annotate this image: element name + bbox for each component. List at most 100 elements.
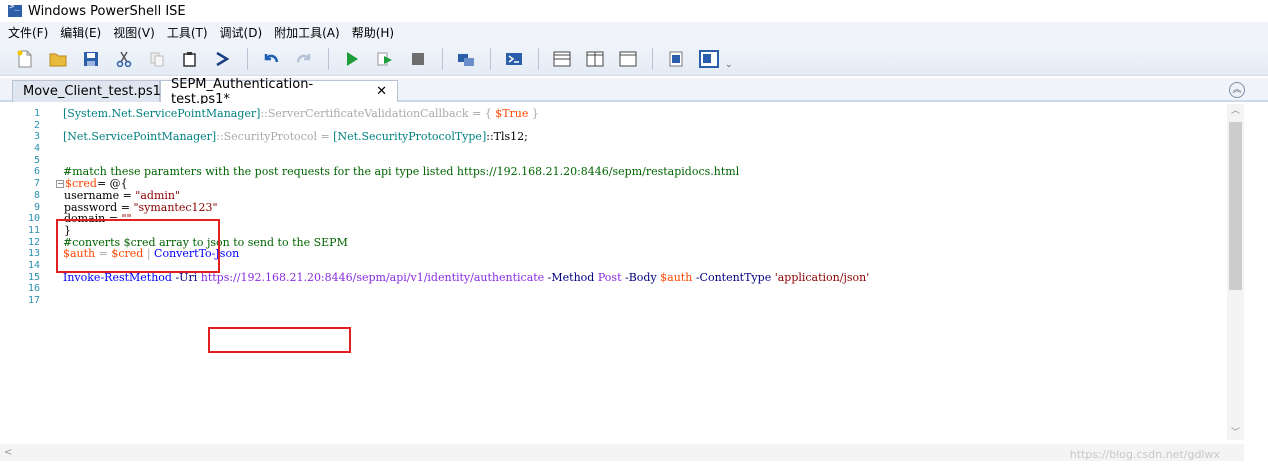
line-number: 2 [33,119,40,131]
show-commands-icon[interactable] [698,48,720,70]
tab-bar: Move_Client_test.ps1 SEPM_Authentication… [0,77,1268,107]
stop-icon[interactable] [407,48,429,70]
code-token: ::Tls12; [486,130,528,144]
close-icon[interactable]: ✕ [376,84,387,99]
code-area[interactable]: [System.Net.ServicePointManager]::Server… [56,108,1216,307]
remote-icon[interactable] [455,48,477,70]
menu-debug[interactable]: 调试(D) [220,24,263,41]
tab-sepm-authentication[interactable]: SEPM_Authentication-test.ps1* ✕ [160,77,398,107]
menu-help[interactable]: 帮助(H) [352,24,394,41]
type-token: [System.Net.ServicePointManager] [63,107,261,120]
toolbar-separator [538,47,539,70]
code-line-1: [System.Net.ServicePointManager]::Server… [56,108,1216,120]
scrollbar-thumb[interactable] [1229,122,1242,290]
fold-toggle-icon[interactable]: − [56,180,64,189]
run-selection-icon[interactable] [374,48,396,70]
line-number: 6 [33,166,40,178]
menu-tools[interactable]: 工具(T) [167,24,208,41]
line-number: 9 [33,201,40,213]
undo-icon[interactable] [260,48,282,70]
line-number: 13 [27,248,40,260]
powershell-icon [8,2,22,17]
addon-icon[interactable] [665,48,687,70]
save-icon[interactable] [80,48,102,70]
line-number: 12 [27,236,40,248]
title-bar: Windows PowerShell ISE [0,0,1268,22]
layout-top-icon[interactable] [551,48,573,70]
layout-right-icon[interactable] [584,48,606,70]
line-number: 17 [27,295,40,306]
code-token: } [528,107,539,120]
parameter-token: -Body [621,270,657,284]
line-number: 14 [27,259,40,271]
collapse-script-pane-icon[interactable]: ︽ [1229,82,1245,98]
menu-edit[interactable]: 编辑(E) [60,24,101,41]
comment-token: #match these paramters with the post req… [63,165,740,179]
toolbar-separator [652,47,653,70]
console-icon[interactable] [212,48,234,70]
parameter-token: -Method [544,270,595,284]
string-token: 'application/json' [771,270,870,284]
line-number: 1 [33,108,40,119]
menu-file[interactable]: 文件(F) [8,24,48,41]
variable-token: $auth [656,270,693,284]
menu-view[interactable]: 视图(V) [113,24,155,41]
tab-label: SEPM_Authentication-test.ps1* [171,76,314,107]
cut-icon[interactable] [113,48,135,70]
layout-max-icon[interactable] [617,48,639,70]
toolbar-separator [490,47,491,70]
tab-move-client[interactable]: Move_Client_test.ps1 [12,80,161,102]
line-number: 10 [27,213,40,225]
code-token: ::SecurityProtocol = [216,130,334,144]
menu-bar: 文件(F) 编辑(E) 视图(V) 工具(T) 调试(D) 附加工具(A) 帮助… [0,22,1268,42]
string-token: "symantec123" [133,200,218,214]
code-line-10: domain = "" [56,213,1216,225]
line-number: 4 [33,143,40,155]
menu-addons[interactable]: 附加工具(A) [274,24,340,41]
scroll-down-icon[interactable]: ﹀ [1227,426,1244,440]
scroll-up-icon[interactable]: ︿ [1227,104,1244,118]
line-number: 5 [33,154,40,166]
run-icon[interactable] [341,48,363,70]
copy-icon[interactable] [146,48,168,70]
horizontal-scrollbar[interactable]: < [0,444,1244,461]
toolbar-overflow-icon[interactable]: ⌄ [725,60,733,70]
parameter-token: -ContentType [692,270,772,284]
code-line-7: −$cred= @{ [56,178,1216,190]
toolbar-separator [247,47,248,70]
new-icon[interactable] [14,48,36,70]
script-editor[interactable]: 1 2 3 4 5 6 7 8 9 10 11 12 13 14 15 16 1… [0,104,1268,444]
open-icon[interactable] [47,48,69,70]
code-line-9: password = "symantec123" [56,200,1216,214]
line-number: 15 [27,271,40,283]
toolbar-separator [328,47,329,70]
scroll-left-icon[interactable]: < [4,444,12,461]
code-line-13: $auth = $cred | ConvertTo-Json [56,248,1216,260]
argument-token: https://192.168.21.20:8446/sepm/api/v1/i… [197,270,545,284]
line-number: 11 [27,224,40,236]
line-number: 8 [33,189,40,201]
url-highlight-box [208,327,351,353]
redo-icon[interactable] [293,48,315,70]
window-title: Windows PowerShell ISE [28,3,186,19]
toolbar: ⌄ [0,42,1268,76]
credentials-highlight-box [56,219,220,273]
code-line-8: username = "admin" [56,189,1216,202]
paste-icon[interactable] [179,48,201,70]
watermark: https://blog.csdn.net/gdlwx [1069,448,1220,461]
line-number-gutter: 1 2 3 4 5 6 7 8 9 10 11 12 13 14 15 16 1… [0,108,52,307]
type-token: [Net.ServicePointManager] [63,130,217,144]
code-line-15: Invoke-RestMethod -Uri https://192.168.2… [56,270,1216,284]
line-number: 16 [27,283,40,295]
toolbar-separator [442,47,443,70]
argument-token: Post [594,270,622,284]
line-number: 7 [33,178,40,190]
code-line-3: [Net.ServicePointManager]::SecurityProto… [56,131,1216,143]
vertical-scrollbar[interactable]: ︿ ﹀ [1227,104,1244,440]
line-number: 3 [33,131,40,143]
powershell-icon[interactable] [503,48,525,70]
type-token: [Net.SecurityProtocolType] [333,130,487,144]
